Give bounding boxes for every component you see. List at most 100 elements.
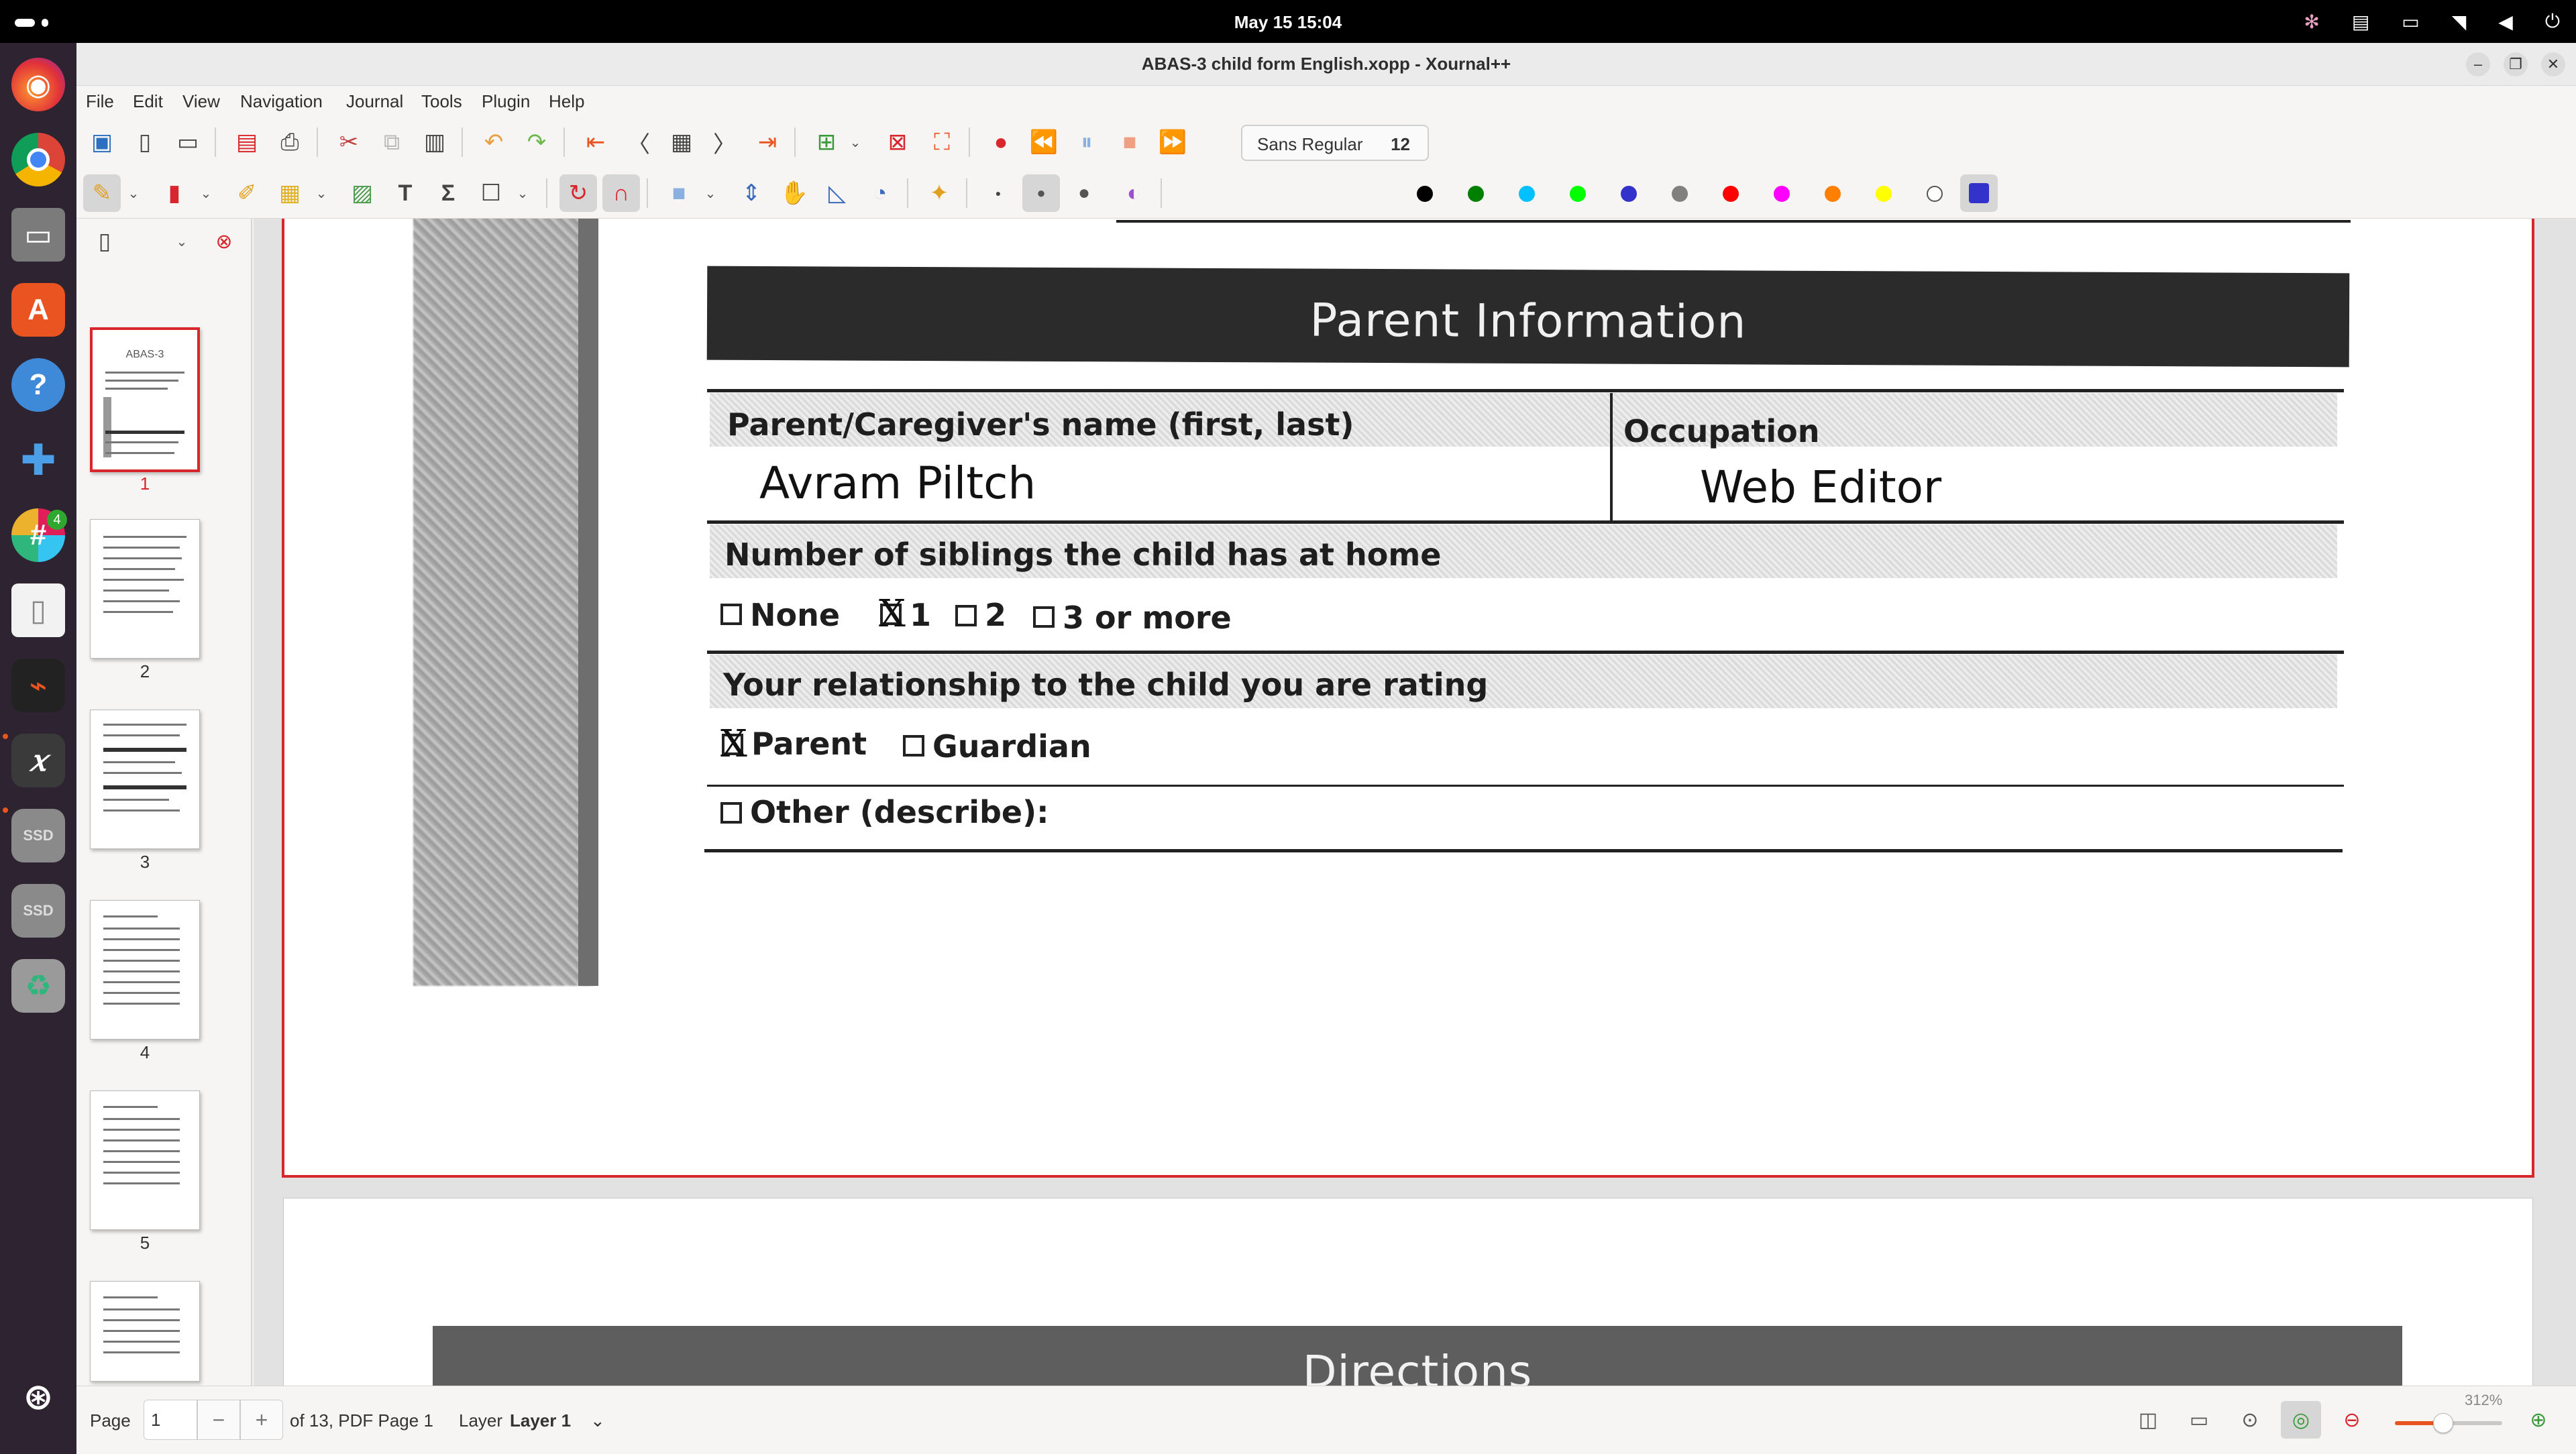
open-folder-icon[interactable]: ▭ <box>169 123 207 161</box>
snap-magnet-icon[interactable]: ∩ <box>602 174 640 212</box>
chevron-down-icon[interactable]: ⌄ <box>845 123 865 161</box>
paired-pages-icon[interactable]: ◫ <box>2128 1401 2168 1439</box>
color-white[interactable] <box>1927 186 1943 202</box>
text-tool-icon[interactable]: T <box>386 174 424 212</box>
custom-color-button[interactable] <box>1960 174 1998 212</box>
medium-stroke-icon[interactable]: ● <box>1022 174 1060 212</box>
color-red[interactable] <box>1723 186 1739 202</box>
layer-value[interactable]: Layer 1 <box>510 1410 571 1431</box>
menu-journal[interactable]: Journal <box>346 91 403 112</box>
zoom-slider-knob[interactable] <box>2433 1413 2453 1433</box>
help-icon[interactable]: ? <box>11 358 65 412</box>
zoom-100-icon[interactable]: ◎ <box>2281 1401 2321 1439</box>
text-editor-icon[interactable]: ▯ <box>11 583 65 637</box>
ssd-drive-icon[interactable]: SSD <box>11 884 65 938</box>
first-page-icon[interactable]: ⇤ <box>577 123 614 161</box>
occupation-value[interactable]: Web Editor <box>1700 461 1941 513</box>
insert-page-icon[interactable]: ⊞ <box>808 123 845 161</box>
chevron-down-icon[interactable]: ⌄ <box>172 223 192 260</box>
wifi-icon[interactable]: ◥ <box>2452 11 2467 33</box>
fullscreen-icon[interactable]: ⛶ <box>923 123 961 161</box>
menu-help[interactable]: Help <box>549 91 584 112</box>
default-tool-icon[interactable]: ✦ <box>920 174 958 212</box>
rewind-icon[interactable]: ⏪ <box>1025 123 1063 161</box>
pause-icon[interactable]: ⏸ <box>1068 123 1106 161</box>
chevron-down-icon[interactable]: ⌄ <box>513 174 533 212</box>
next-page-icon[interactable]: 〉 <box>706 123 743 161</box>
shape-tool-icon[interactable]: ☐ <box>472 174 510 212</box>
xournal-icon[interactable]: 𝑥 <box>11 734 65 787</box>
vertical-space-icon[interactable]: ⇕ <box>733 174 770 212</box>
color-gray[interactable] <box>1672 186 1688 202</box>
relationship-guardian-checkbox[interactable] <box>903 735 924 757</box>
siblings-2-checkbox[interactable] <box>955 605 977 626</box>
slack-tray-icon[interactable]: ✻ <box>2304 11 2319 33</box>
page-thumbnail-6[interactable] <box>90 1281 200 1382</box>
zoom-fit-icon[interactable]: ⊙ <box>2230 1401 2270 1439</box>
chevron-down-icon[interactable]: ⌄ <box>123 174 144 212</box>
system-tray[interactable]: ✻ ▤ ▭ ◥ ◀ ⏻ <box>2304 9 2560 34</box>
maximize-button[interactable]: ❐ <box>2504 52 2528 76</box>
page-decrement-button[interactable]: − <box>197 1400 240 1440</box>
menu-plugin[interactable]: Plugin <box>482 91 530 112</box>
presentation-mode-icon[interactable]: ▭ <box>2179 1401 2219 1439</box>
thick-stroke-icon[interactable]: ● <box>1065 174 1103 212</box>
page-increment-button[interactable]: + <box>240 1400 283 1440</box>
volume-icon[interactable]: ◀ <box>2498 11 2513 33</box>
files-icon[interactable]: ▭ <box>11 208 65 262</box>
zoom-out-icon[interactable]: ⊖ <box>2332 1401 2372 1439</box>
latex-tool-icon[interactable]: Σ <box>429 174 467 212</box>
font-selector[interactable]: Sans Regular 12 <box>1241 125 1429 161</box>
setsquare-icon[interactable]: ◺ <box>818 174 856 212</box>
close-window-button[interactable]: ✕ <box>2541 52 2565 76</box>
print-icon[interactable]: ⎙ <box>271 123 309 161</box>
menu-navigation[interactable]: Navigation <box>240 91 323 112</box>
copy-icon[interactable]: ⧉ <box>373 123 411 161</box>
hand-tool-icon[interactable]: ✋ <box>775 174 813 212</box>
menu-edit[interactable]: Edit <box>133 91 163 112</box>
chevron-down-icon[interactable]: ⌄ <box>700 174 720 212</box>
siblings-none-checkbox[interactable] <box>720 604 742 625</box>
ssd-drive-icon[interactable]: SSD <box>11 809 65 862</box>
record-icon[interactable]: ● <box>982 123 1020 161</box>
extensions-icon[interactable]: ✚ <box>11 433 65 487</box>
page-thumbnail-5[interactable] <box>90 1090 200 1230</box>
cut-icon[interactable]: ✂ <box>330 123 368 161</box>
menu-view[interactable]: View <box>182 91 220 112</box>
stop-icon[interactable]: ■ <box>1111 123 1148 161</box>
image-icon[interactable]: ▨ <box>343 174 381 212</box>
redo-icon[interactable]: ↷ <box>518 123 555 161</box>
undo-icon[interactable]: ↶ <box>475 123 513 161</box>
select-tool-icon[interactable]: ▦ <box>271 174 309 212</box>
color-black[interactable] <box>1417 186 1433 202</box>
document-canvas[interactable]: Parent Information Parent/Caregiver's na… <box>254 219 2576 1386</box>
previous-page-icon[interactable]: 〈 <box>620 123 657 161</box>
color-blue[interactable] <box>1621 186 1637 202</box>
highlighter-icon[interactable]: ✐ <box>228 174 266 212</box>
close-sidebar-icon[interactable]: ⊗ <box>205 223 243 260</box>
sidebar-layout-icon[interactable]: ▯ <box>86 223 123 260</box>
relationship-parent-checkbox[interactable]: X <box>720 726 747 763</box>
thin-stroke-icon[interactable]: ● <box>979 174 1017 212</box>
chevron-down-icon[interactable]: ⌄ <box>311 174 331 212</box>
color-light-green[interactable] <box>1570 186 1586 202</box>
chevron-down-icon[interactable]: ⌄ <box>590 1410 605 1431</box>
eraser-icon[interactable]: ▮ <box>156 174 193 212</box>
fast-forward-icon[interactable]: ⏩ <box>1154 123 1191 161</box>
color-orange[interactable] <box>1825 186 1841 202</box>
paste-icon[interactable]: ▥ <box>416 123 453 161</box>
menu-file[interactable]: File <box>86 91 114 112</box>
screen-cast-icon[interactable]: ▭ <box>2402 11 2419 33</box>
clipboard-icon[interactable]: ▤ <box>2352 11 2369 33</box>
color-light-blue[interactable] <box>1519 186 1535 202</box>
color-yellow[interactable] <box>1876 186 1892 202</box>
page-thumbnail-3[interactable] <box>90 710 200 849</box>
trash-icon[interactable]: ♻ <box>11 959 65 1013</box>
page-number-input[interactable]: 1 <box>144 1400 197 1440</box>
new-document-icon[interactable]: ▯ <box>126 123 164 161</box>
shape-recognizer-icon[interactable]: ↻ <box>559 174 597 212</box>
last-page-icon[interactable]: ⇥ <box>749 123 786 161</box>
chrome-icon[interactable] <box>11 133 65 186</box>
color-green[interactable] <box>1468 186 1484 202</box>
zoom-slider[interactable] <box>2395 1413 2502 1433</box>
